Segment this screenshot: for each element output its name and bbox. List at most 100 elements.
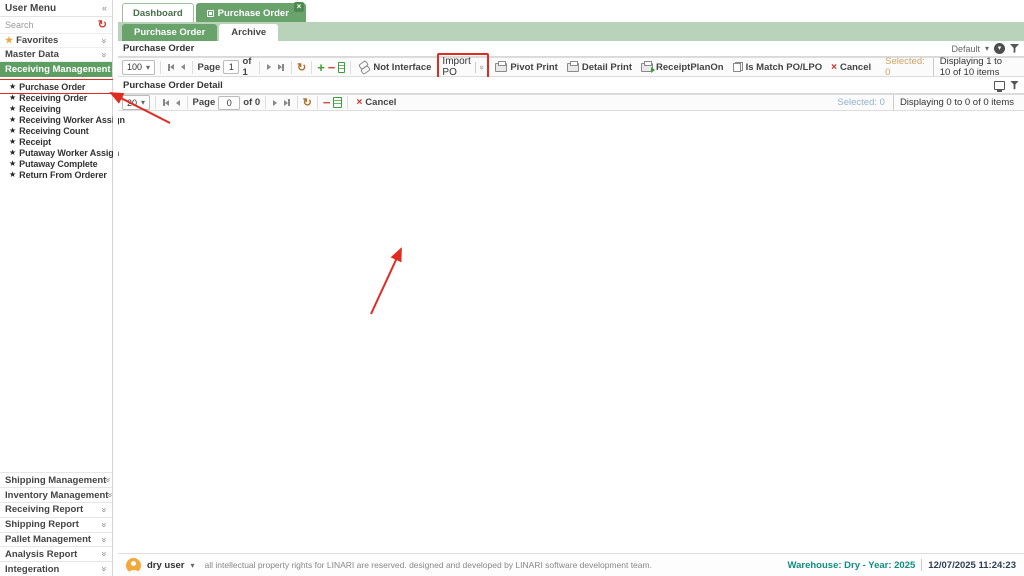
- clock: 12/07/2025 11:24:23: [928, 560, 1016, 571]
- is-match-po-lpo-button[interactable]: Is Match PO/LPO: [730, 62, 826, 73]
- sidebar-section-integeration[interactable]: Integeration»: [0, 561, 112, 576]
- tab-dashboard[interactable]: Dashboard: [122, 3, 194, 22]
- sidebar-section-pallet-management[interactable]: Pallet Management »: [0, 532, 112, 547]
- section-label: Analysis Report: [5, 549, 77, 560]
- pivot-print-button[interactable]: Pivot Print: [492, 62, 561, 73]
- sidebar-item-receiving-worker-assign[interactable]: ★Receiving Worker Assign: [0, 114, 112, 125]
- detail-page-size-select[interactable]: 20 ▾: [122, 95, 150, 110]
- selected-count: Selected: 0: [877, 56, 933, 78]
- not-interface-button[interactable]: Not Interface: [356, 62, 434, 73]
- sidebar-item-purchase-order[interactable]: ★Purchase Order: [0, 81, 112, 92]
- sidebar-item-label: Receiving Count: [19, 126, 89, 136]
- page-size-select[interactable]: 100 ▾: [122, 60, 155, 75]
- reset-search-icon[interactable]: ↻: [98, 20, 107, 31]
- displaying-status: Displaying 1 to 10 of 10 items: [933, 58, 1020, 76]
- import-po-label: Import PO: [442, 56, 471, 78]
- detail-export-excel-icon[interactable]: [333, 97, 342, 108]
- user-name[interactable]: dry user: [147, 560, 185, 571]
- export-excel-icon[interactable]: [338, 62, 345, 73]
- tab-purchase-order-label: Purchase Order: [218, 8, 289, 19]
- detail-prev-page-button[interactable]: [174, 100, 182, 106]
- caret-down-icon: ▾: [141, 98, 145, 107]
- view-selector[interactable]: Default: [951, 44, 980, 54]
- receiving-management-label: Receiving Management: [5, 64, 111, 75]
- refresh-button[interactable]: ↻: [297, 61, 306, 74]
- main-area: Dashboard Purchase Order × Purchase Orde…: [118, 0, 1024, 576]
- collapse-sidebar-icon[interactable]: «: [102, 3, 107, 13]
- favorites-star-icon: ★: [5, 35, 13, 46]
- detail-cancel-button[interactable]: × Cancel: [353, 97, 399, 108]
- user-avatar[interactable]: [126, 558, 141, 573]
- detail-refresh-button[interactable]: ↻: [303, 96, 312, 109]
- next-page-button[interactable]: [265, 64, 273, 70]
- sidebar-item-receipt[interactable]: ★Receipt: [0, 136, 112, 147]
- star-icon: ★: [9, 159, 16, 168]
- sidebar-section-receiving-management[interactable]: Receiving Management »: [0, 62, 112, 77]
- prev-page-button[interactable]: [179, 64, 187, 70]
- page-label: Page: [198, 62, 221, 73]
- sidebar-section-inventory-management[interactable]: Inventory Management»: [0, 487, 112, 502]
- section-label: Shipping Report: [5, 519, 79, 530]
- close-tab-icon[interactable]: ×: [294, 2, 304, 12]
- sidebar-section-favorites[interactable]: ★ Favorites »: [0, 34, 112, 48]
- detail-next-page-button[interactable]: [271, 100, 279, 106]
- remove-row-button[interactable]: −: [328, 61, 336, 74]
- detail-remove-row-button[interactable]: −: [323, 96, 331, 109]
- printer-icon: [567, 63, 579, 72]
- printer-arrow-icon: [641, 63, 653, 72]
- grid-filter-icon[interactable]: [1010, 81, 1019, 90]
- caret-down-icon: ▾: [985, 44, 989, 53]
- sidebar-section-shipping-report[interactable]: Shipping Report»: [0, 517, 112, 532]
- add-row-button[interactable]: +: [317, 61, 325, 74]
- sidebar-section-shipping-management[interactable]: Shipping Management»: [0, 472, 112, 487]
- detail-first-page-button[interactable]: [161, 99, 171, 106]
- collapse-grid-icon[interactable]: ▾: [994, 43, 1005, 54]
- sidebar-section-receiving-report[interactable]: Receiving Report»: [0, 502, 112, 517]
- warehouse-status: Warehouse: Dry - Year: 2025: [788, 560, 916, 571]
- sidebar-item-label: Return From Orderer: [19, 170, 107, 180]
- page-input[interactable]: 1: [223, 60, 239, 74]
- last-page-button[interactable]: [276, 64, 286, 71]
- tab-dashboard-label: Dashboard: [133, 8, 183, 19]
- sidebar-item-return-from-orderer[interactable]: ★Return From Orderer: [0, 169, 112, 180]
- sidebar: User Menu « ↻ ★ Favorites » Master Data …: [0, 0, 113, 576]
- sidebar-section-analysis-report[interactable]: Analysis Report»: [0, 546, 112, 561]
- user-menu-caret-icon[interactable]: ▾: [191, 561, 195, 570]
- sidebar-item-receiving-count[interactable]: ★Receiving Count: [0, 125, 112, 136]
- search-input[interactable]: [5, 20, 85, 30]
- star-icon: ★: [9, 115, 16, 124]
- tab-purchase-order[interactable]: Purchase Order ×: [196, 3, 306, 22]
- detail-print-button[interactable]: Detail Print: [564, 62, 635, 73]
- copy-icon: [733, 62, 743, 72]
- detail-page-input[interactable]: 0: [218, 96, 240, 110]
- section-label: Shipping Management: [5, 475, 106, 486]
- sidebar-item-putaway-complete[interactable]: ★Putaway Complete: [0, 158, 112, 169]
- sidebar-item-putaway-worker-assign[interactable]: ★Putaway Worker Assign: [0, 147, 112, 158]
- import-po-menu-icon[interactable]: »: [478, 65, 487, 69]
- sidebar-item-label: Receiving Order: [19, 93, 87, 103]
- section-label: Receiving Report: [5, 504, 83, 515]
- master-data-label: Master Data: [5, 49, 59, 60]
- page-of-label: of 1: [242, 56, 254, 78]
- favorites-label: Favorites: [16, 35, 58, 46]
- subtab-archive[interactable]: Archive: [219, 24, 278, 41]
- cancel-x-icon: ×: [831, 62, 837, 73]
- subtab-purchase-order[interactable]: Purchase Order: [122, 24, 217, 41]
- section-label: Inventory Management: [5, 490, 108, 501]
- sidebar-bottom-sections: Shipping Management»Inventory Management…: [0, 472, 112, 576]
- section-label: Pallet Management: [5, 534, 91, 545]
- master-grid-title: Purchase Order: [123, 43, 194, 54]
- sidebar-item-receiving[interactable]: ★Receiving: [0, 103, 112, 114]
- sidebar-item-receiving-order[interactable]: ★Receiving Order: [0, 92, 112, 103]
- master-grid-title-row: Purchase Order Default ▾ ▾: [118, 41, 1024, 56]
- cancel-button[interactable]: × Cancel: [828, 62, 874, 73]
- first-page-button[interactable]: [166, 64, 176, 71]
- chevron-down-icon: »: [99, 537, 109, 542]
- grid-filter-icon[interactable]: [1010, 44, 1019, 53]
- detail-grid-title: Purchase Order Detail: [123, 80, 223, 91]
- receipt-plan-on-button[interactable]: ReceiptPlanOn: [638, 62, 727, 73]
- monitor-icon[interactable]: [994, 81, 1005, 90]
- sidebar-section-master-data[interactable]: Master Data »: [0, 48, 112, 62]
- detail-last-page-button[interactable]: [282, 99, 292, 106]
- sidebar-item-label: Putaway Complete: [19, 159, 97, 169]
